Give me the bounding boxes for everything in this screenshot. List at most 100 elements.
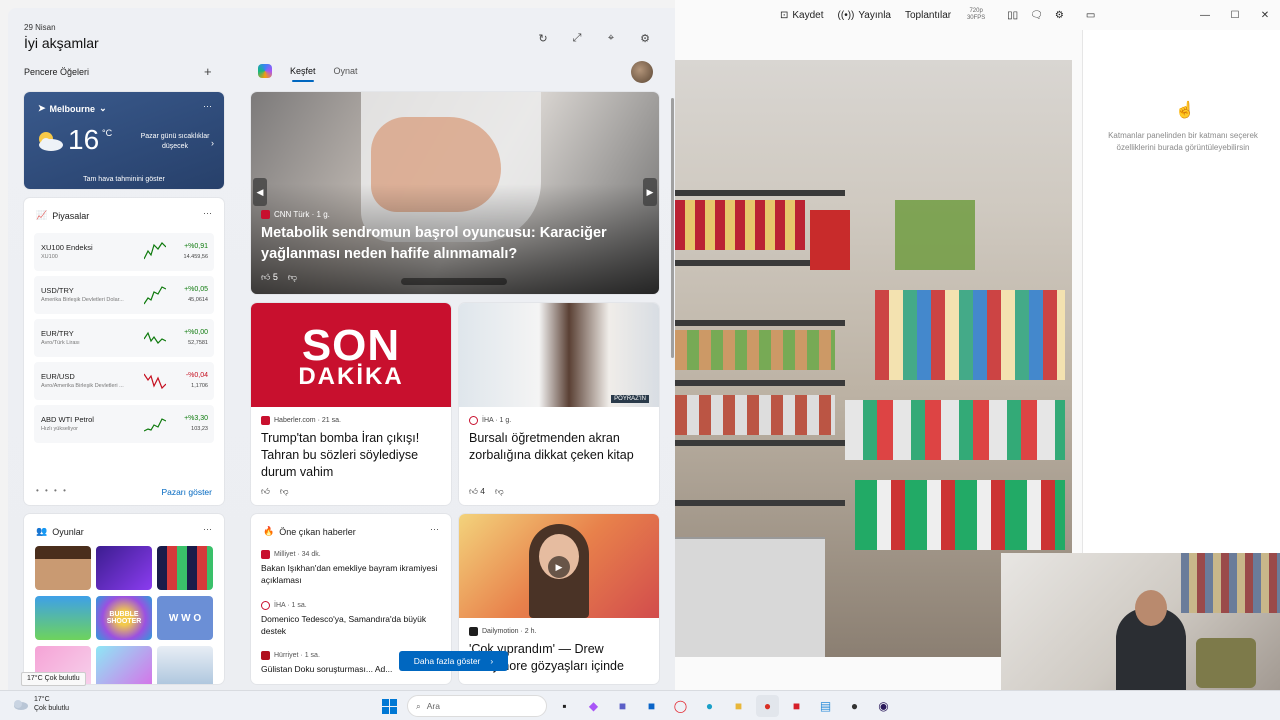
panel-hint: Katmanlar panelinden bir katmanı seçerek… — [1108, 131, 1258, 152]
close-icon[interactable]: ✕ — [1250, 0, 1280, 30]
source-logo-icon — [261, 416, 270, 425]
sparkline-icon — [144, 242, 166, 260]
markets-card: 📈 Piyasalar ··· XU100 Endeksi XU100 +%0,9… — [24, 198, 224, 505]
window-controls: — ☐ ✕ — [1190, 0, 1280, 30]
teams-icon[interactable]: ■ — [611, 695, 634, 717]
record-button[interactable]: ⊡ Kaydet — [780, 10, 824, 21]
source-logo-icon — [261, 210, 270, 219]
copilot-icon[interactable] — [258, 64, 272, 78]
hero-headline: Metabolik sendromun başrol oyuncusu: Kar… — [261, 225, 607, 262]
cloud-icon — [14, 700, 28, 710]
news-title: Bursalı öğretmenden akran zorbalığına di… — [469, 431, 634, 462]
edge-icon[interactable]: ● — [698, 695, 721, 717]
show-more-button[interactable]: Daha fazla göster › — [399, 651, 508, 671]
page-dots[interactable]: • • • • — [36, 486, 68, 495]
notepad-icon[interactable]: ▤ — [814, 695, 837, 717]
tab-play[interactable]: Oynat — [334, 66, 358, 76]
partly-cloudy-icon — [39, 132, 63, 151]
broadcast-icon: ((•)) — [837, 9, 855, 21]
gear-icon[interactable]: ⚙ — [637, 30, 653, 46]
chrome-icon[interactable]: ● — [756, 695, 779, 717]
market-row[interactable]: XU100 Endeksi XU100 +%0,91 14.459,56 — [34, 233, 214, 271]
maximize-icon[interactable]: ☐ — [1220, 0, 1250, 30]
greeting: İyi akşamlar — [24, 35, 99, 51]
tab-discover[interactable]: Keşfet — [290, 66, 316, 82]
taskbar: 17°C Çok bulutlu ⌕ Ara ▪ ◆ ■ ■ ◯ ● ■ ● ■ ▤… — [0, 690, 1280, 720]
search-icon: ⌕ — [416, 700, 421, 711]
expand-icon[interactable]: ⤢ — [569, 30, 585, 46]
news-image: SON DAKİKA — [251, 303, 451, 407]
market-row[interactable]: ABD WTI Petrol Hızlı yükseliyor +%3,30 1… — [34, 405, 214, 443]
flame-icon: 🔥 — [263, 526, 275, 536]
more-icon[interactable]: ··· — [430, 524, 439, 534]
file-explorer-icon[interactable]: ■ — [727, 695, 750, 717]
market-row[interactable]: USD/TRY Amerika Birleşik Devletleri Dola… — [34, 276, 214, 314]
thumbs-down-icon[interactable]: 👎︎ — [495, 486, 504, 497]
opera-icon[interactable]: ◯ — [669, 695, 692, 717]
like-button[interactable]: 👍︎ 4 — [469, 486, 485, 497]
obs-icon[interactable]: ◉ — [872, 695, 895, 717]
chevron-left-icon[interactable]: ◀ — [253, 178, 267, 206]
game-tile[interactable]: W W O — [157, 596, 213, 640]
panel-icon[interactable]: ▭ — [1086, 10, 1095, 21]
game-tile[interactable] — [96, 646, 152, 684]
sparkline-icon — [144, 373, 166, 390]
refresh-icon[interactable]: ↻ — [535, 30, 551, 46]
games-icon: 👥 — [36, 526, 48, 536]
news-card[interactable]: POYRAZ'IN İHA · 1 g. Bursalı öğretmenden… — [459, 303, 659, 505]
game-tile[interactable] — [157, 646, 213, 684]
taskbar-search[interactable]: ⌕ Ara — [407, 695, 547, 717]
taskbar-weather[interactable]: 17°C Çok bulutlu — [12, 695, 69, 713]
game-tile[interactable] — [35, 546, 91, 590]
dislike-button[interactable]: 👎︎ — [288, 272, 297, 283]
full-forecast-link[interactable]: Tam hava tahminini göster — [24, 176, 224, 183]
source-logo-icon — [469, 416, 478, 425]
source-logo-icon — [261, 651, 270, 660]
sparkline-icon — [144, 418, 166, 432]
chevron-right-icon[interactable]: ▶ — [643, 178, 657, 206]
app-icon[interactable]: ● — [843, 695, 866, 717]
sparkline-icon — [144, 286, 166, 305]
avatar[interactable] — [631, 61, 653, 83]
hero-news-card[interactable]: ◀ ▶ CNN Türk · 1 g. Metabolik sendromun … — [251, 92, 659, 294]
game-tile[interactable]: BUBBLE SHOOTER — [96, 596, 152, 640]
thumbs-up-icon[interactable]: 👍︎ — [261, 486, 270, 497]
market-row[interactable]: EUR/TRY Avro/Türk Lirası +%0,00 52,7581 — [34, 319, 214, 357]
like-button[interactable]: 👍︎ 5 — [261, 272, 278, 283]
more-icon[interactable]: ··· — [203, 208, 212, 218]
chevron-down-icon[interactable]: ⌄ — [99, 103, 107, 114]
game-tile[interactable] — [96, 546, 152, 590]
featured-item[interactable]: Milliyet · 34 dk. Bakan Işıkhan'dan emek… — [261, 550, 441, 586]
weather-card[interactable]: ➤ Melbourne ⌄ ··· 16 °C Pazar günü sıcaklı… — [24, 92, 224, 189]
office-icon[interactable]: ■ — [785, 695, 808, 717]
chevron-right-icon[interactable]: › — [211, 138, 214, 148]
thumbs-up-icon: 👍︎ — [261, 272, 273, 282]
news-title: Trump'tan bomba İran çıkışı! Tahran bu s… — [261, 431, 420, 479]
show-market-link[interactable]: Pazarı göster — [161, 487, 212, 497]
market-row[interactable]: EUR/USD Avro/Amerika Birleşik Devletleri… — [34, 362, 214, 400]
task-view-icon[interactable]: ▪ — [553, 695, 576, 717]
more-icon[interactable]: ··· — [203, 101, 212, 111]
location-icon: ➤ — [38, 103, 46, 113]
game-tile[interactable] — [35, 596, 91, 640]
add-widget-button[interactable]: + — [204, 64, 212, 79]
news-card[interactable]: SON DAKİKA Haberler.com · 21 sa. Trump't… — [251, 303, 451, 505]
scrollbar[interactable] — [671, 98, 674, 358]
more-icon[interactable]: ··· — [203, 524, 212, 534]
stream-button[interactable]: ((•)) Yayınla — [838, 10, 891, 21]
featured-item[interactable]: İHA · 1 sa. Domenico Tedesco'ya, Samandı… — [261, 601, 441, 637]
carousel-pager[interactable] — [401, 278, 507, 285]
source-logo-icon — [261, 601, 270, 610]
play-icon[interactable]: ▶ — [548, 556, 570, 578]
meetings-button[interactable]: Toplantılar — [905, 10, 951, 21]
game-tile[interactable] — [157, 546, 213, 590]
layout-icon[interactable]: ▯▯ — [1007, 10, 1018, 21]
start-icon[interactable] — [378, 695, 401, 717]
pin-icon[interactable]: ⌖ — [603, 30, 619, 46]
copilot-icon[interactable]: ◆ — [582, 695, 605, 717]
outlook-icon[interactable]: ■ — [640, 695, 663, 717]
notification-icon[interactable]: 🗨 — [1030, 10, 1043, 21]
thumbs-down-icon[interactable]: 👎︎ — [280, 486, 289, 497]
gear-icon[interactable]: ⚙ — [1055, 10, 1064, 21]
minimize-icon[interactable]: — — [1190, 0, 1220, 30]
